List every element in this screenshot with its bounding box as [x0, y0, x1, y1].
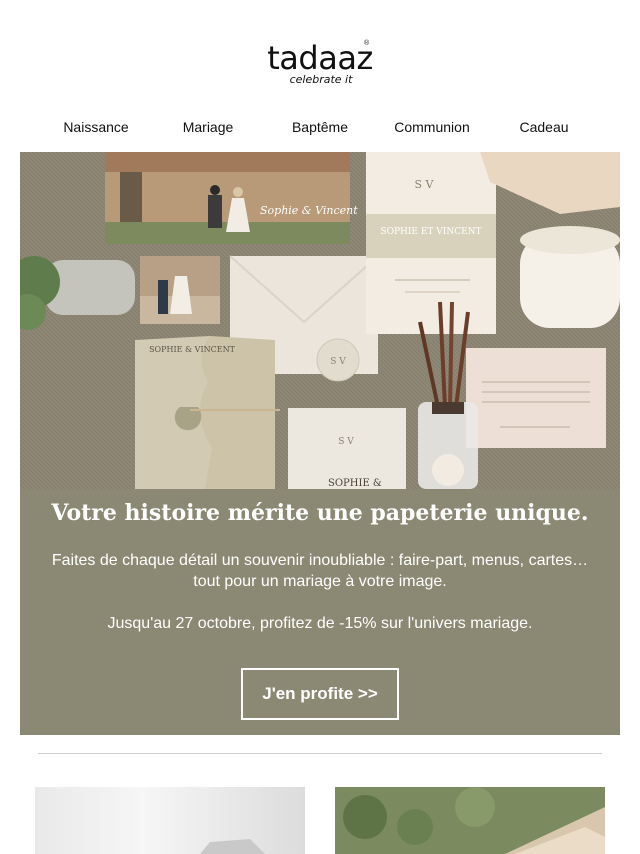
promo-offer: Jusqu'au 27 octobre, profitez de -15% su…	[107, 615, 533, 632]
wrap-names-text: SOPHIE & VINCENT	[149, 345, 236, 354]
greenery-photo	[335, 787, 605, 854]
brand-logo[interactable]: tadaaz ® celebrate it	[0, 40, 640, 90]
nav-item-mariage[interactable]: Mariage	[152, 118, 264, 138]
nav-item-cadeau[interactable]: Cadeau	[488, 118, 600, 138]
promo-banner: Votre histoire mérite une papeterie uniq…	[20, 489, 620, 735]
product-image-right[interactable]	[335, 787, 605, 854]
menu-card	[288, 408, 406, 489]
details-card	[466, 348, 606, 448]
hero-stationery-photo: Sophie & Vincent S V S V SOPHIE ET VINCE…	[20, 152, 620, 489]
promo-title: Votre histoire mérite une papeterie uniq…	[51, 500, 589, 526]
seal-monogram: S V	[330, 357, 346, 367]
registered-mark: ®	[364, 40, 370, 47]
brand-tagline: celebrate it	[289, 73, 353, 86]
white-card-photo	[200, 839, 265, 854]
card-names-text: SOPHIE ET VINCENT	[380, 227, 481, 237]
hero-image[interactable]: Sophie & Vincent S V S V SOPHIE ET VINCE…	[20, 152, 620, 489]
menu-names-text: SOPHIE &	[328, 478, 382, 489]
photo-names-text: Sophie & Vincent	[260, 204, 358, 217]
nav-item-naissance[interactable]: Naissance	[40, 118, 152, 138]
promo-description: Faites de chaque détail un souvenir inou…	[51, 552, 589, 590]
cta-button[interactable]: J'en profite >>	[241, 668, 399, 720]
brand-name: tadaaz	[267, 39, 373, 77]
section-divider	[38, 753, 602, 754]
nav-item-communion[interactable]: Communion	[376, 118, 488, 138]
menu-monogram: S V	[338, 437, 354, 447]
product-image-left[interactable]	[35, 787, 305, 854]
nav-item-bapteme[interactable]: Baptême	[264, 118, 376, 138]
main-nav: Naissance Mariage Baptême Communion Cade…	[40, 118, 600, 138]
card-monogram: S V	[415, 178, 435, 191]
